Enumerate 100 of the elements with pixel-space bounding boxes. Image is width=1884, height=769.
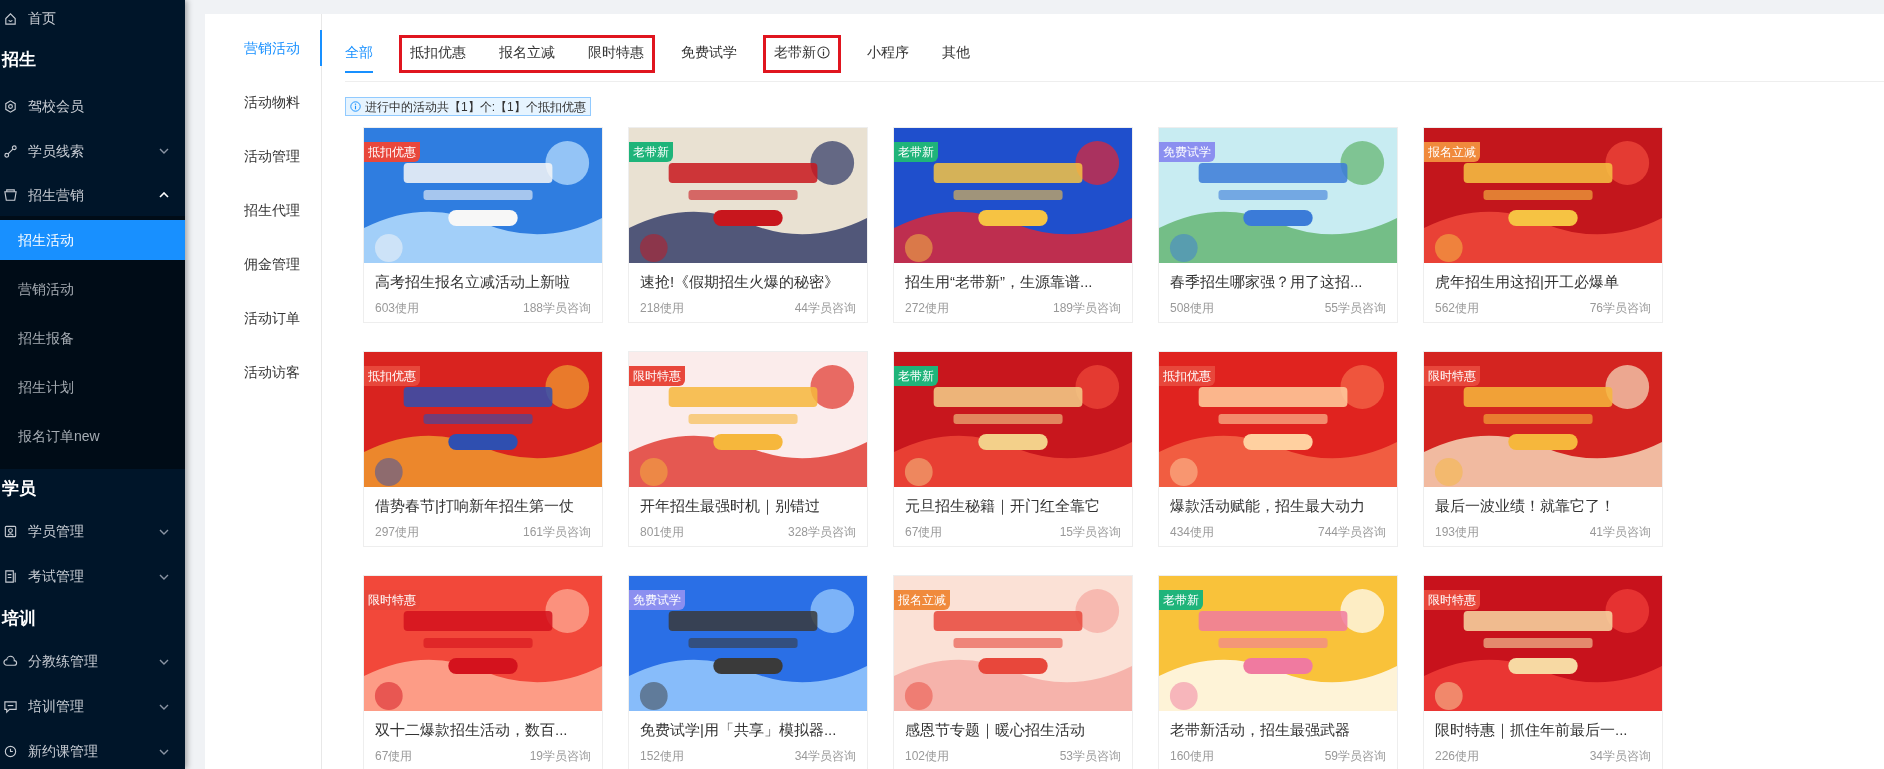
consult-count: 34学员咨询 xyxy=(1589,747,1651,765)
card-title: 开年招生最强时机｜别错过 xyxy=(639,496,821,517)
filter-tab[interactable]: 其他 xyxy=(942,34,970,73)
subnav-item[interactable]: 活动物料 xyxy=(244,91,300,113)
activity-card[interactable]: 报名立减 虎年招生用这招|开工必爆单 562使用 76学员咨询 xyxy=(1423,127,1663,323)
submenu-item[interactable]: 招生计划 xyxy=(0,367,185,407)
activity-card[interactable]: 抵扣优惠 借势春节|打响新年招生第一仗 297使用 161学员咨询 xyxy=(363,351,603,547)
info-icon xyxy=(350,101,361,112)
document-icon xyxy=(3,569,18,584)
activity-card[interactable]: 老带新 速抢!《假期招生火爆的秘密》 218使用 44学员咨询 xyxy=(628,127,868,323)
consult-count: 188学员咨询 xyxy=(522,299,591,317)
category-tag: 抵扣优惠 xyxy=(364,142,420,162)
card-title: 最后一波业绩！就靠它了！ xyxy=(1434,496,1616,516)
sidebar-item[interactable]: 培训管理 xyxy=(0,684,185,729)
category-tag: 抵扣优惠 xyxy=(364,366,420,386)
activity-card[interactable]: 限时特惠 限时特惠｜抓住年前最后一... 226使用 34学员咨询 xyxy=(1423,575,1663,769)
category-tag: 老带新 xyxy=(894,366,938,386)
consult-count: 41学员咨询 xyxy=(1589,523,1651,541)
card-title: 限时特惠｜抓住年前最后一... xyxy=(1434,720,1629,741)
consult-count: 19学员咨询 xyxy=(529,747,591,765)
home-icon xyxy=(3,10,18,26)
filter-tab[interactable]: 免费试学 xyxy=(681,34,737,73)
submenu-item[interactable]: 报名订单new xyxy=(0,416,185,456)
usage-count: 218使用 xyxy=(640,299,685,317)
card-title: 高考招生报名立减活动上新啦 xyxy=(374,272,571,292)
card-title: 老带新活动，招生最强武器 xyxy=(1169,720,1351,740)
notice-text: 进行中的活动共【1】个:【1】个抵扣优惠 xyxy=(365,98,586,116)
subnav-item[interactable]: 活动管理 xyxy=(244,145,300,167)
category-tag: 限时特惠 xyxy=(629,366,685,386)
activity-card[interactable]: 限时特惠 双十二爆款招生活动，数百... 67使用 19学员咨询 xyxy=(363,575,603,769)
category-tag: 报名立减 xyxy=(1424,142,1480,162)
usage-count: 160使用 xyxy=(1170,747,1215,765)
activity-card[interactable]: 免费试学 免费试学|用「共享」模拟器... 152使用 34学员咨询 xyxy=(628,575,868,769)
card-title: 春季招生哪家强？用了这招... xyxy=(1169,272,1364,292)
usage-count: 801使用 xyxy=(640,523,685,541)
activity-card[interactable]: 抵扣优惠 爆款活动赋能，招生最大动力 434使用 744学员咨询 xyxy=(1158,351,1398,547)
activity-card[interactable]: 免费试学 春季招生哪家强？用了这招... 508使用 55学员咨询 xyxy=(1158,127,1398,323)
submenu-item[interactable]: 营销活动 xyxy=(0,269,185,309)
filter-tab[interactable]: 老带新 xyxy=(774,34,830,73)
consult-count: 744学员咨询 xyxy=(1317,523,1386,541)
activity-card[interactable]: 老带新 招生用“老带新”，生源靠谱... 272使用 189学员咨询 xyxy=(893,127,1133,323)
activity-card[interactable]: 老带新 元旦招生秘籍｜开门红全靠它 67使用 15学员咨询 xyxy=(893,351,1133,547)
cloud-icon xyxy=(3,654,18,669)
category-tag: 老带新 xyxy=(629,142,673,162)
id-card-icon xyxy=(3,524,18,539)
usage-count: 67使用 xyxy=(905,523,943,541)
usage-count: 67使用 xyxy=(375,747,413,765)
sidebar-item[interactable]: 分教练管理 xyxy=(0,639,185,684)
consult-count: 53学员咨询 xyxy=(1059,747,1121,765)
consult-count: 44学员咨询 xyxy=(794,299,856,317)
activity-card[interactable]: 限时特惠 开年招生最强时机｜别错过 801使用 328学员咨询 xyxy=(628,351,868,547)
card-title: 借势春节|打响新年招生第一仗 xyxy=(374,496,575,516)
category-tag: 限时特惠 xyxy=(364,590,420,610)
activity-card[interactable]: 限时特惠 最后一波业绩！就靠它了！ 193使用 41学员咨询 xyxy=(1423,351,1663,547)
usage-count: 226使用 xyxy=(1435,747,1480,765)
subnav-item[interactable]: 佣金管理 xyxy=(244,253,300,275)
usage-count: 152使用 xyxy=(640,747,685,765)
sidebar-item[interactable]: 学员线索 xyxy=(0,128,185,174)
card-title: 免费试学|用「共享」模拟器... xyxy=(639,720,838,740)
consult-count: 34学员咨询 xyxy=(794,747,856,765)
activity-card[interactable]: 抵扣优惠 高考招生报名立减活动上新啦 603使用 188学员咨询 xyxy=(363,127,603,323)
filter-tab[interactable]: 抵扣优惠 xyxy=(410,34,466,73)
sidebar-item[interactable]: 考试管理 xyxy=(0,554,185,599)
sidebar-item[interactable]: 学员管理 xyxy=(0,509,185,554)
sidebar-item[interactable]: 新约课管理 xyxy=(0,729,185,769)
consult-count: 15学员咨询 xyxy=(1059,523,1121,541)
section-heading: 招生 xyxy=(2,49,36,72)
category-tag: 报名立减 xyxy=(894,590,950,610)
filter-tab[interactable]: 限时特惠 xyxy=(588,34,644,73)
usage-count: 193使用 xyxy=(1435,523,1480,541)
cup-icon xyxy=(3,187,18,203)
hexagon-icon xyxy=(3,98,18,114)
subnav-item[interactable]: 活动订单 xyxy=(244,307,300,329)
usage-count: 603使用 xyxy=(375,299,420,317)
sidebar-item[interactable]: 驾校会员 xyxy=(0,84,185,128)
card-title: 元旦招生秘籍｜开门红全靠它 xyxy=(904,496,1101,517)
card-title: 速抢!《假期招生火爆的秘密》 xyxy=(639,272,841,292)
submenu-item[interactable]: 招生报备 xyxy=(0,318,185,358)
category-tag: 老带新 xyxy=(894,142,938,162)
subnav-item[interactable]: 招生代理 xyxy=(244,199,300,221)
category-tag: 限时特惠 xyxy=(1424,590,1480,610)
consult-count: 161学员咨询 xyxy=(522,523,591,541)
subnav-item[interactable]: 活动访客 xyxy=(244,361,300,383)
category-tag: 免费试学 xyxy=(1159,142,1215,162)
category-tag: 限时特惠 xyxy=(1424,366,1480,386)
card-title: 双十二爆款招生活动，数百... xyxy=(374,720,569,740)
sidebar-item[interactable]: 首页 xyxy=(0,0,185,36)
usage-count: 508使用 xyxy=(1170,299,1215,317)
sidebar-item[interactable]: 招生营销 xyxy=(0,174,185,216)
activity-card[interactable]: 老带新 老带新活动，招生最强武器 160使用 59学员咨询 xyxy=(1158,575,1398,769)
category-tag: 抵扣优惠 xyxy=(1159,366,1215,386)
filter-tab[interactable]: 小程序 xyxy=(867,34,909,73)
clock-icon xyxy=(3,744,18,759)
usage-count: 272使用 xyxy=(905,299,950,317)
consult-count: 55学员咨询 xyxy=(1324,299,1386,317)
chat-icon xyxy=(3,699,18,714)
consult-count: 59学员咨询 xyxy=(1324,747,1386,765)
activity-card[interactable]: 报名立减 感恩节专题｜暖心招生活动 102使用 53学员咨询 xyxy=(893,575,1133,769)
filter-tab[interactable]: 报名立减 xyxy=(499,34,555,73)
usage-count: 297使用 xyxy=(375,523,420,541)
